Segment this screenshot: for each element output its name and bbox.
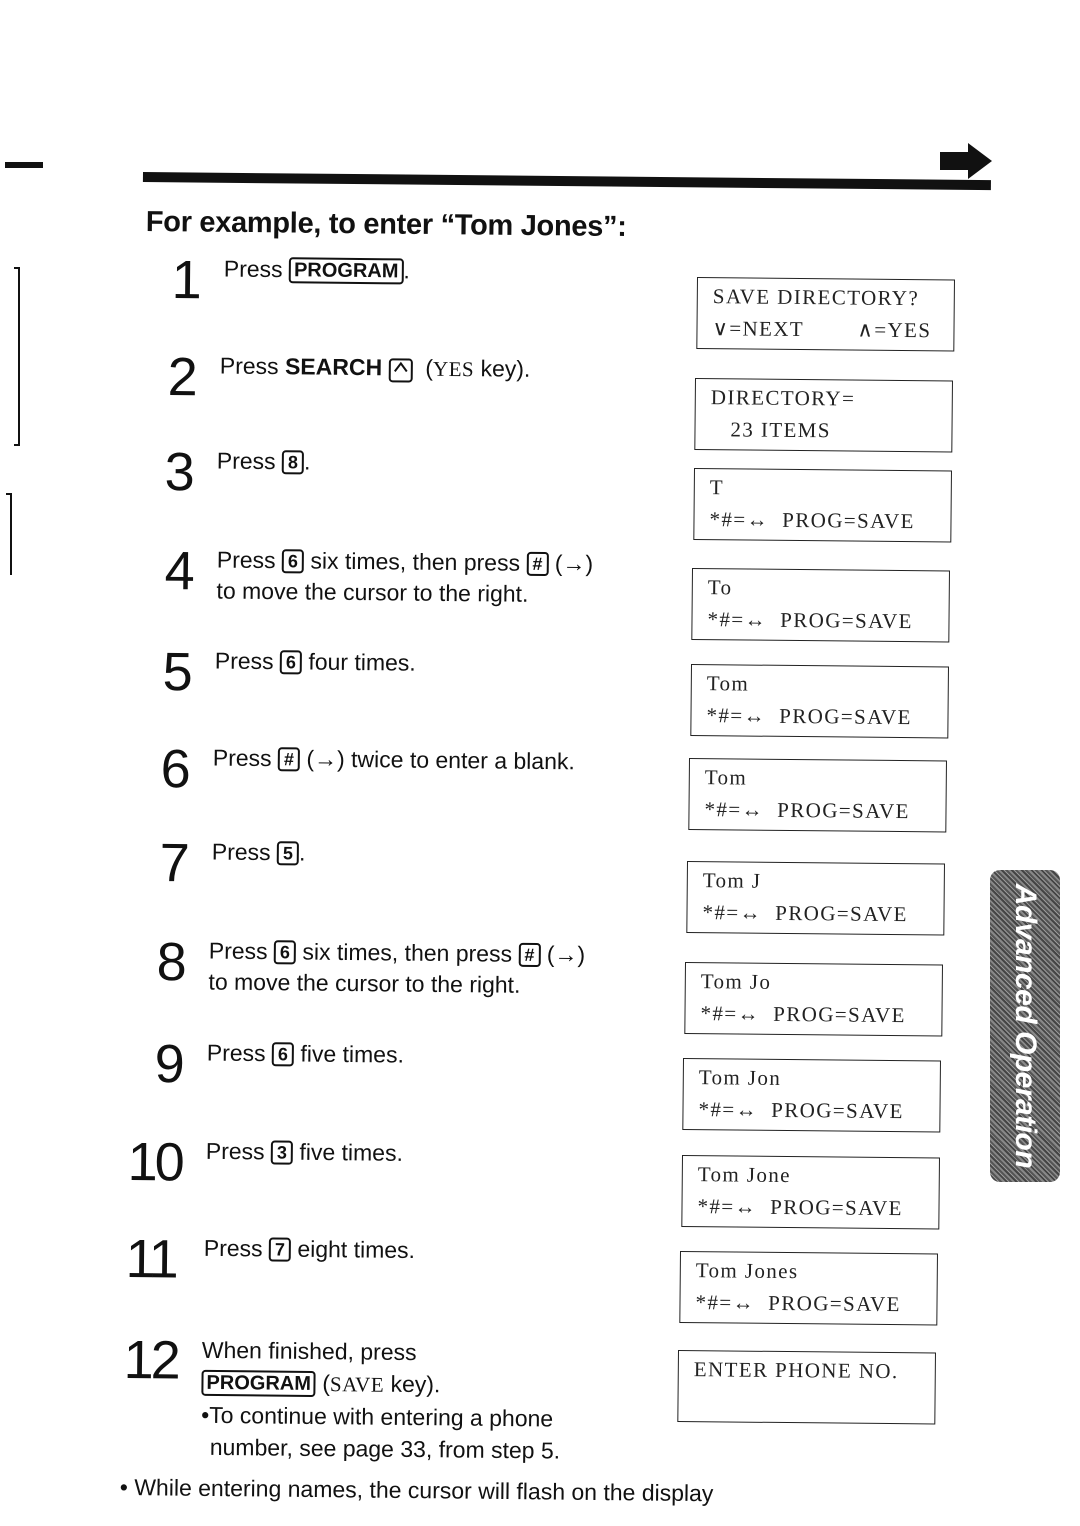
lcd-display: Tom *#=↔ PROG=SAVE [690,664,949,739]
step-number: 6 [160,739,189,800]
side-tab-label: Advanced Operation [1009,883,1042,1169]
program-key: PROGRAM [201,1369,317,1398]
yes-key-label: YES [432,356,475,382]
lcd-display: T *#=↔ PROG=SAVE [693,468,952,543]
step-text: Press SEARCH (YES key). [219,352,531,383]
step-number: 1 [171,250,200,311]
page-heading: For example, to enter “Tom Jones”: [145,206,627,244]
step-text: Press PROGRAM. [223,255,410,285]
step-number: 8 [156,932,185,993]
step-text: Press 5. [211,838,306,866]
lcd-display: SAVE DIRECTORY? ∨=NEXT ∧=YES [696,277,955,352]
footer-note: • While entering names, the cursor will … [119,1474,714,1507]
lcd-display: DIRECTORY= 23 ITEMS [694,378,953,453]
step-text: When finished, press PROGRAM (SAVE key).… [201,1336,561,1464]
step-number: 10 [127,1132,183,1193]
margin-bracket [6,493,12,575]
step-text: Press 8. [216,447,311,475]
key-hash: # [518,942,541,968]
step-text: Press 6 six times, then press # (→) to m… [216,546,594,607]
lcd-display: Tom Jon *#=↔ PROG=SAVE [682,1058,941,1133]
lcd-display: Tom Jone *#=↔ PROG=SAVE [681,1155,940,1230]
step-number: 9 [154,1034,183,1095]
step-number: 7 [159,833,188,894]
key-6: 6 [281,549,305,574]
margin-bracket [14,267,20,446]
section-rule [142,172,991,191]
lcd-display: Tom Jones *#=↔ PROG=SAVE [679,1251,938,1326]
step-text: Press 6 five times. [206,1039,405,1068]
key-hash: # [526,551,549,577]
step-number: 3 [164,442,193,503]
step-number: 4 [164,541,193,602]
step-number: 5 [162,642,191,703]
up-arrow-key-icon [388,358,413,383]
lcd-display: Tom *#=↔ PROG=SAVE [688,758,947,833]
search-label: SEARCH [284,353,383,381]
step-text: Press 7 eight times. [203,1234,416,1264]
step-text: Press 6 six times, then press # (→) to m… [208,937,586,998]
right-arrow-icon [940,143,992,179]
key-hash: # [277,747,301,772]
key-3: 3 [270,1140,294,1165]
lcd-display: To *#=↔ PROG=SAVE [691,568,950,643]
lcd-display: Tom Jo *#=↔ PROG=SAVE [684,962,943,1037]
key-6: 6 [271,1042,295,1067]
lcd-display: ENTER PHONE NO. [677,1350,936,1425]
step-number: 12 [123,1330,179,1391]
program-key: PROGRAM [288,257,404,285]
lcd-display: Tom J *#=↔ PROG=SAVE [686,861,945,936]
key-7: 7 [268,1237,292,1262]
save-key-label: SAVE [329,1372,385,1397]
step-text: Press 6 four times. [214,647,416,676]
step-text: Press 3 five times. [205,1137,404,1166]
section-side-tab: Advanced Operation [990,870,1060,1182]
step-number: 11 [125,1229,177,1290]
key-8: 8 [281,450,305,475]
key-6: 6 [273,940,297,965]
key-6: 6 [279,650,303,675]
step-text: Press # (→) twice to enter a blank. [212,744,575,775]
margin-mark [5,162,43,168]
step-number: 2 [167,347,196,408]
key-5: 5 [276,841,300,866]
